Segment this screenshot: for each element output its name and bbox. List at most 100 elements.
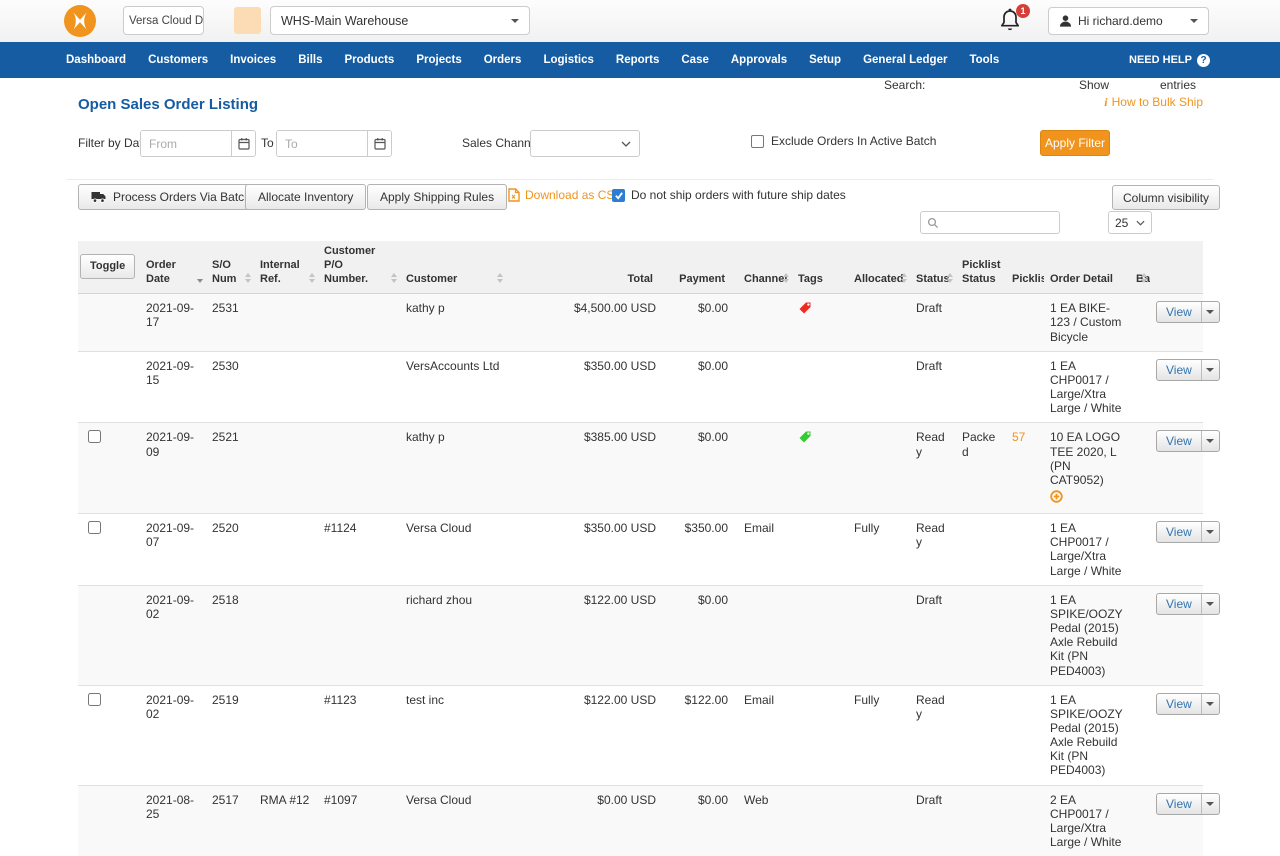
cell-internal-ref bbox=[254, 514, 318, 586]
cell-status: Draft bbox=[910, 294, 956, 351]
notifications-button[interactable]: 1 bbox=[998, 7, 1024, 35]
column-header[interactable]: Allocated bbox=[848, 241, 910, 294]
cell-internal-ref bbox=[254, 294, 318, 351]
view-button[interactable]: View bbox=[1156, 593, 1220, 615]
view-button[interactable]: View bbox=[1156, 693, 1220, 715]
warehouse-selector-value: WHS-Main Warehouse bbox=[281, 14, 408, 28]
cell-total: $4,500.00 USD bbox=[506, 294, 666, 351]
cell-batch bbox=[1130, 294, 1150, 351]
checkbox-unchecked-icon[interactable] bbox=[751, 135, 764, 148]
cell-customer-po bbox=[318, 294, 400, 351]
view-button[interactable]: View bbox=[1156, 793, 1220, 815]
no-future-ship-checkbox[interactable]: Do not ship orders with future ship date… bbox=[612, 188, 846, 202]
cell-picklists: 57 bbox=[1006, 423, 1044, 514]
column-visibility-button[interactable]: Column visibility bbox=[1112, 185, 1220, 210]
allocate-inventory-button[interactable]: Allocate Inventory bbox=[245, 184, 366, 210]
cell-order-detail: 1 EA CHP0017 / Large/Xtra Large / White bbox=[1044, 514, 1130, 586]
picklist-link[interactable]: 57 bbox=[1012, 430, 1025, 444]
checkbox-checked-icon[interactable] bbox=[612, 189, 625, 202]
download-csv-link[interactable]: Download as CSV bbox=[508, 188, 622, 202]
column-header[interactable]: Batch bbox=[1130, 241, 1150, 294]
process-orders-via-batch-button[interactable]: Process Orders Via Batch bbox=[78, 184, 264, 210]
row-checkbox[interactable] bbox=[88, 693, 101, 706]
tag-icon[interactable] bbox=[798, 301, 812, 318]
cell-status: Draft bbox=[910, 585, 956, 685]
view-button[interactable]: View bbox=[1156, 430, 1220, 452]
date-to-input[interactable] bbox=[277, 131, 367, 156]
column-header[interactable]: Internal Ref. bbox=[254, 241, 318, 294]
column-header: Picklists bbox=[1006, 241, 1044, 294]
search-field[interactable] bbox=[920, 211, 1060, 234]
nav-item-projects[interactable]: Projects bbox=[405, 54, 472, 66]
sales-channel-select[interactable] bbox=[530, 130, 640, 157]
cell-tags bbox=[792, 514, 848, 586]
view-button[interactable]: View bbox=[1156, 301, 1220, 323]
column-header[interactable]: Customer bbox=[400, 241, 506, 294]
how-to-bulk-ship-link[interactable]: iHow to Bulk Ship bbox=[1104, 95, 1203, 110]
nav-item-case[interactable]: Case bbox=[670, 54, 720, 66]
nav-item-tools[interactable]: Tools bbox=[958, 54, 1010, 66]
column-header[interactable]: S/O Num bbox=[206, 241, 254, 294]
view-button[interactable]: View bbox=[1156, 359, 1220, 381]
color-swatch[interactable] bbox=[234, 7, 261, 34]
cell-so-num: 2530 bbox=[206, 351, 254, 423]
chevron-down-icon bbox=[1201, 594, 1219, 614]
column-header[interactable]: Channel bbox=[738, 241, 792, 294]
cell-customer-po: #1124 bbox=[318, 514, 400, 586]
cell-tags bbox=[792, 585, 848, 685]
user-menu[interactable]: Hi richard.demo bbox=[1048, 7, 1209, 35]
sort-icon bbox=[391, 273, 397, 283]
date-from-field[interactable] bbox=[140, 130, 256, 157]
nav-item-bills[interactable]: Bills bbox=[287, 54, 333, 66]
nav-item-general-ledger[interactable]: General Ledger bbox=[852, 54, 958, 66]
nav-item-invoices[interactable]: Invoices bbox=[219, 54, 287, 66]
cell-order-date: 2021-09-09 bbox=[140, 423, 206, 514]
nav-item-setup[interactable]: Setup bbox=[798, 54, 852, 66]
search-input[interactable] bbox=[943, 215, 1053, 231]
cell-order-detail: 1 EA CHP0017 / Large/Xtra Large / White bbox=[1044, 351, 1130, 423]
company-selector[interactable]: Versa Cloud Demo I bbox=[123, 6, 204, 35]
row-checkbox[interactable] bbox=[88, 521, 101, 534]
apply-shipping-rules-button[interactable]: Apply Shipping Rules bbox=[367, 184, 507, 210]
table-row: 2021-09-17 2531 kathy p $4,500.00 USD $0… bbox=[78, 294, 1203, 351]
column-header: Total bbox=[506, 241, 666, 294]
calendar-icon[interactable] bbox=[367, 131, 391, 156]
nav-item-reports[interactable]: Reports bbox=[605, 54, 670, 66]
date-from-input[interactable] bbox=[141, 131, 231, 156]
add-circle-icon[interactable] bbox=[1050, 490, 1063, 506]
cell-channel bbox=[738, 351, 792, 423]
cell-status: Ready bbox=[910, 685, 956, 785]
toggle-button[interactable]: Toggle bbox=[80, 254, 135, 279]
cell-internal-ref bbox=[254, 423, 318, 514]
apply-filter-button[interactable]: Apply Filter bbox=[1040, 130, 1110, 156]
column-header: Tags bbox=[792, 241, 848, 294]
cell-order-date: 2021-09-15 bbox=[140, 351, 206, 423]
column-header[interactable]: Status bbox=[910, 241, 956, 294]
nav-item-dashboard[interactable]: Dashboard bbox=[55, 54, 137, 66]
view-button[interactable]: View bbox=[1156, 521, 1220, 543]
page-size-select[interactable]: 25 bbox=[1108, 211, 1152, 234]
cell-batch bbox=[1130, 514, 1150, 586]
calendar-icon[interactable] bbox=[231, 131, 255, 156]
nav-item-products[interactable]: Products bbox=[333, 54, 405, 66]
warehouse-selector[interactable]: WHS-Main Warehouse bbox=[270, 6, 530, 35]
cell-order-date: 2021-09-07 bbox=[140, 514, 206, 586]
cell-picklist-status: Packed bbox=[956, 423, 1006, 514]
nav-item-approvals[interactable]: Approvals bbox=[720, 54, 798, 66]
table-row: 2021-09-09 2521 kathy p $385.00 USD $0.0… bbox=[78, 423, 1203, 514]
need-help-link[interactable]: NEED HELP ? bbox=[1129, 54, 1210, 67]
tag-icon[interactable] bbox=[798, 430, 812, 447]
column-header[interactable]: Customer P/O Number. bbox=[318, 241, 400, 294]
sort-icon bbox=[783, 273, 789, 283]
exclude-active-batch-checkbox[interactable]: Exclude Orders In Active Batch bbox=[751, 134, 936, 148]
column-header-label: Total bbox=[628, 273, 653, 285]
row-checkbox[interactable] bbox=[88, 430, 101, 443]
nav-item-logistics[interactable]: Logistics bbox=[532, 54, 604, 66]
column-header[interactable]: Order Date bbox=[140, 241, 206, 294]
cell-payment: $0.00 bbox=[666, 423, 738, 514]
nav-item-customers[interactable]: Customers bbox=[137, 54, 219, 66]
help-circle-icon: ? bbox=[1197, 54, 1210, 67]
nav-item-orders[interactable]: Orders bbox=[473, 54, 533, 66]
cell-allocated bbox=[848, 423, 910, 514]
date-to-field[interactable] bbox=[276, 130, 392, 157]
